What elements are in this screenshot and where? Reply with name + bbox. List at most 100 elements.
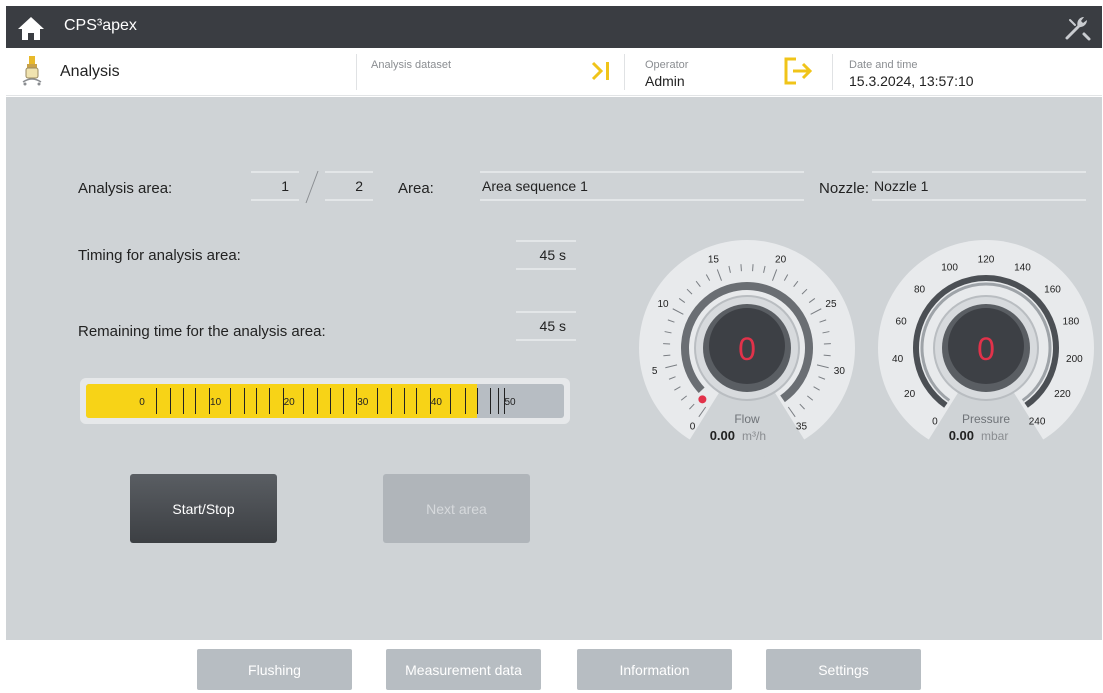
flow-value-display: 0 (738, 331, 756, 367)
gauge-scale-label: 240 (1029, 416, 1046, 427)
gauge-scale-label: 60 (896, 317, 908, 328)
pressure-value-display: 0 (977, 331, 995, 367)
analysis-area-current-value: 1 (281, 178, 289, 194)
progress-tick (450, 388, 452, 414)
divider (832, 54, 833, 90)
progress-tick (243, 388, 245, 414)
analysis-area-current: 1 (251, 171, 299, 201)
progress-tick (498, 388, 499, 414)
timing-field: 45 s (516, 240, 576, 270)
remaining-value: 45 s (539, 318, 566, 334)
bottom-nav: Flushing Measurement data Information Se… (6, 640, 1102, 693)
time-progress-bar: 0 10 20 30 40 50 (80, 378, 570, 424)
progress-tick-label: 10 (210, 397, 222, 408)
gauge-scale-label: 0 (932, 416, 938, 427)
gauge-scale-label: 20 (904, 389, 916, 400)
next-area-button[interactable]: Next area (383, 474, 530, 543)
home-icon[interactable] (16, 14, 46, 42)
progress-tick (464, 388, 466, 414)
app-title: CPS³apex (64, 17, 137, 34)
gauge-scale-label: 160 (1044, 284, 1061, 295)
datetime-value: 15.3.2024, 13:57:10 (849, 73, 974, 89)
gauge-tick (663, 354, 671, 357)
analysis-area-label: Analysis area: (78, 180, 173, 197)
pressure-gauge: 0 20 40 60 80 100 120 140 160 180 200 220 240 0 Pres… (878, 240, 1094, 458)
area-separator-slash (305, 170, 319, 204)
flushing-button[interactable]: Flushing (197, 649, 352, 690)
gauge-scale-label: 200 (1066, 354, 1083, 365)
gauge-scale-label: 30 (834, 366, 846, 377)
nozzle-field: Nozzle 1 (872, 171, 1086, 201)
gauge-scale-label: 5 (652, 366, 658, 377)
pressure-unit: mbar (981, 429, 1008, 443)
information-button[interactable]: Information (577, 649, 732, 690)
remaining-field: 45 s (516, 311, 576, 341)
gauge-tick (752, 264, 754, 272)
progress-tick (268, 388, 270, 414)
remaining-label: Remaining time for the analysis area: (78, 323, 326, 340)
skip-to-end-icon[interactable] (590, 58, 612, 84)
gauge-scale-label: 100 (941, 262, 958, 273)
gauge-marker (698, 395, 707, 404)
gauge-scale-label: 220 (1054, 389, 1071, 400)
gauge-scale-label: 20 (775, 255, 787, 266)
progress-tick (489, 388, 491, 414)
analysis-area-total: 2 (325, 171, 373, 201)
info-bar: Analysis Analysis dataset Operator Admin… (6, 48, 1102, 96)
pressure-label: Pressure (962, 412, 1010, 426)
divider (624, 54, 625, 90)
gauge-scale-label: 40 (892, 354, 904, 365)
progress-tick (391, 388, 393, 414)
start-stop-button[interactable]: Start/Stop (130, 474, 277, 543)
progress-tick-label: 20 (283, 397, 295, 408)
nozzle-value: Nozzle 1 (874, 178, 929, 194)
page-title: Analysis (60, 63, 120, 80)
timing-value: 45 s (539, 247, 566, 263)
gauge-scale-label: 80 (914, 284, 926, 295)
gauge-scale-label: 140 (1014, 262, 1031, 273)
gauge-scale-label: 10 (657, 299, 669, 310)
gauge-scale-label: 120 (978, 255, 995, 266)
nozzle-label: Nozzle: (819, 180, 870, 197)
gauge-scale-label: 15 (708, 255, 720, 266)
settings-button[interactable]: Settings (766, 649, 921, 690)
analysis-area-total-value: 2 (355, 178, 363, 194)
gauge-scale-label: 180 (1063, 317, 1080, 328)
title-bar: CPS³apex (6, 6, 1102, 48)
progress-tick (403, 388, 405, 414)
progress-tick (229, 388, 231, 414)
progress-tick (156, 388, 157, 414)
gauge-scale-label: 25 (825, 299, 837, 310)
divider (356, 54, 357, 90)
area-name-value: Area sequence 1 (482, 178, 588, 194)
progress-tick (182, 388, 184, 414)
measurement-data-button[interactable]: Measurement data (386, 649, 541, 690)
progress-tick (195, 388, 197, 414)
progress-tick-label: 50 (504, 397, 516, 408)
flow-unit: m³/h (742, 429, 766, 443)
gauge-scale-label: 0 (690, 421, 696, 432)
progress-tick (256, 388, 258, 414)
progress-tick-label: 30 (357, 397, 369, 408)
progress-tick (477, 388, 479, 414)
progress-tick (330, 388, 331, 414)
datetime-label: Date and time (849, 59, 918, 71)
gauge-tick (740, 264, 742, 272)
flow-reading: 0.00 (710, 428, 735, 443)
area-name-field: Area sequence 1 (480, 171, 804, 201)
timing-label: Timing for analysis area: (78, 247, 241, 264)
gauge-tick (823, 354, 831, 357)
progress-tick (170, 388, 172, 414)
analysis-icon (22, 56, 42, 86)
gauge-scale-label: 35 (796, 421, 808, 432)
tools-icon[interactable] (1062, 12, 1092, 42)
progress-tick-label: 40 (430, 397, 442, 408)
progress-tick (342, 388, 344, 414)
operator-label: Operator (645, 59, 689, 71)
operator-value: Admin (645, 73, 685, 89)
progress-tick (416, 388, 418, 414)
flow-gauge: 0 5 10 15 20 25 30 35 0 Flow 0.00 m³/h (639, 240, 855, 458)
progress-track: 0 10 20 30 40 50 (86, 384, 564, 418)
logout-icon[interactable] (782, 56, 814, 86)
flow-label: Flow (734, 412, 760, 426)
